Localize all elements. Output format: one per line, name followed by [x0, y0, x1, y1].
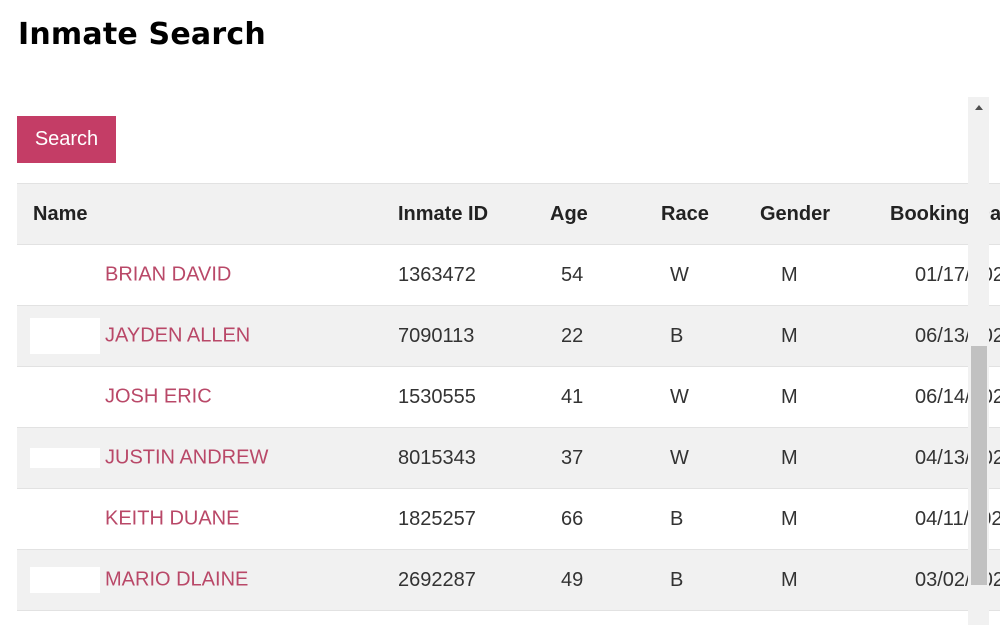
- column-header-age[interactable]: Age: [518, 183, 635, 245]
- inmate-name-link[interactable]: MARIO DLAINE: [105, 569, 248, 592]
- race-cell: B: [635, 549, 746, 611]
- inmate-id-cell: 1530555: [383, 366, 518, 428]
- redaction-box: [30, 567, 100, 593]
- inmate-id-cell: 1363472: [383, 244, 518, 306]
- inmate-id-cell: 2692287: [383, 549, 518, 611]
- scrollbar-thumb[interactable]: [971, 346, 987, 585]
- inmate-name-link[interactable]: BRIAN DAVID: [105, 264, 231, 287]
- race-cell: B: [635, 305, 746, 367]
- table-row: BRIAN DAVID 1363472 54 W M 01/17/2023: [17, 244, 1000, 306]
- age-cell: 54: [518, 244, 635, 306]
- table-row: MARIO DLAINE 2692287 49 B M 03/02/2023: [17, 549, 1000, 611]
- page-title: Inmate Search: [18, 17, 266, 52]
- triangle-up-icon: [974, 104, 983, 110]
- race-cell: W: [635, 244, 746, 306]
- age-cell: 37: [518, 427, 635, 489]
- inmate-results-table: Name Inmate ID Age Race Gender Booking D…: [17, 183, 1000, 611]
- table-row: JUSTIN ANDREW 8015343 37 W M 04/13/2023: [17, 427, 1000, 489]
- age-cell: 49: [518, 549, 635, 611]
- inmate-name-link[interactable]: KEITH DUANE: [105, 508, 239, 531]
- table-row: JOSH ERIC 1530555 41 W M 06/14/2023: [17, 366, 1000, 428]
- column-header-race[interactable]: Race: [635, 183, 746, 245]
- inmate-name-link[interactable]: JOSH ERIC: [105, 386, 212, 409]
- search-button[interactable]: Search: [17, 116, 116, 163]
- inmate-id-cell: 8015343: [383, 427, 518, 489]
- gender-cell: M: [746, 244, 880, 306]
- gender-cell: M: [746, 366, 880, 428]
- inmate-name-link[interactable]: JAYDEN ALLEN: [105, 325, 250, 348]
- table-row: KEITH DUANE 1825257 66 B M 04/11/2023: [17, 488, 1000, 550]
- inmate-id-cell: 7090113: [383, 305, 518, 367]
- table-header-row: Name Inmate ID Age Race Gender Booking D…: [17, 183, 1000, 245]
- inmate-id-cell: 1825257: [383, 488, 518, 550]
- gender-cell: M: [746, 549, 880, 611]
- gender-cell: M: [746, 305, 880, 367]
- race-cell: B: [635, 488, 746, 550]
- race-cell: W: [635, 366, 746, 428]
- gender-cell: M: [746, 488, 880, 550]
- column-header-name[interactable]: Name: [17, 183, 383, 245]
- redaction-box: [30, 318, 100, 354]
- gender-cell: M: [746, 427, 880, 489]
- scroll-up-button[interactable]: [968, 97, 989, 117]
- vertical-scrollbar[interactable]: [968, 97, 989, 625]
- race-cell: W: [635, 427, 746, 489]
- column-header-gender[interactable]: Gender: [746, 183, 880, 245]
- age-cell: 66: [518, 488, 635, 550]
- column-header-inmate-id[interactable]: Inmate ID: [383, 183, 518, 245]
- age-cell: 22: [518, 305, 635, 367]
- redaction-box: [30, 448, 100, 468]
- age-cell: 41: [518, 366, 635, 428]
- inmate-name-link[interactable]: JUSTIN ANDREW: [105, 447, 268, 470]
- table-row: JAYDEN ALLEN 7090113 22 B M 06/13/2023: [17, 305, 1000, 367]
